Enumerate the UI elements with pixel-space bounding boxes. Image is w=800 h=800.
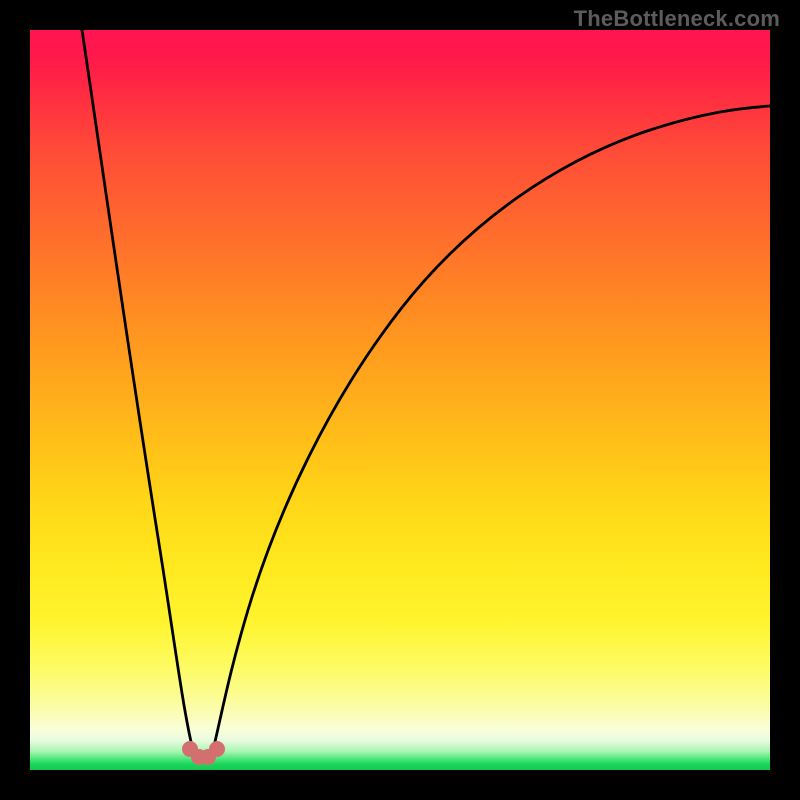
curve-right-branch [214,106,770,746]
watermark-text: TheBottleneck.com [574,6,780,32]
chart-frame [30,30,770,770]
valley-marker-group [182,741,225,765]
curve-left-branch [82,30,192,746]
valley-marker-dot [209,741,225,757]
chart-plot-svg [30,30,770,770]
